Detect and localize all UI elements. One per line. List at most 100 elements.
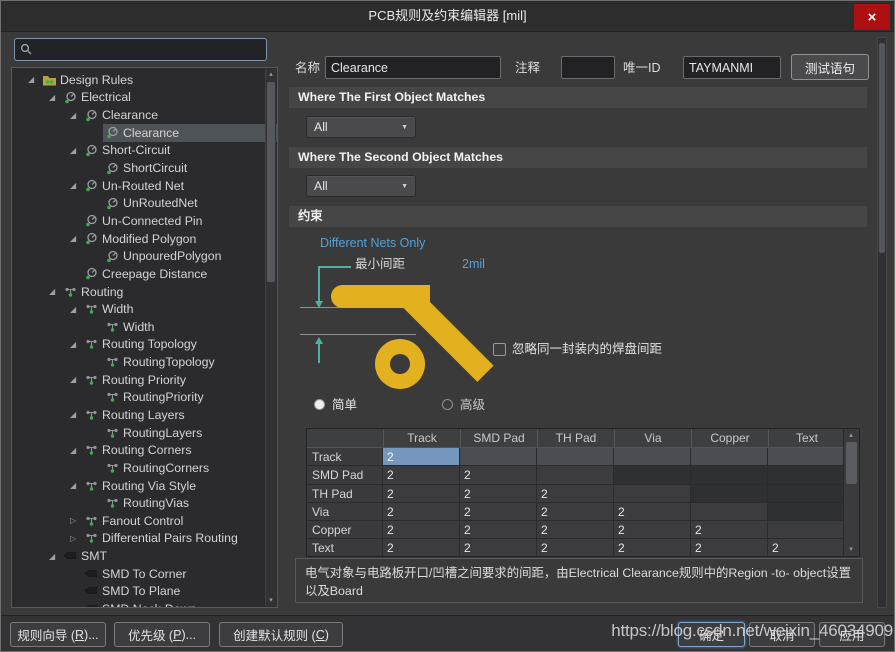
- matrix-cell-smd-pad-th-pad[interactable]: [537, 466, 614, 484]
- matrix-cell-track-track[interactable]: 2: [383, 448, 460, 466]
- tree-item-body[interactable]: ShortCircuit: [103, 159, 277, 177]
- test-queries-button[interactable]: 测试语句: [791, 54, 869, 80]
- tree-expand-arrow-icon[interactable]: ▷: [70, 516, 82, 525]
- tree-expand-arrow-icon[interactable]: ◢: [70, 234, 82, 243]
- tree-item-fanout-control[interactable]: ▷Fanout Control: [12, 512, 277, 530]
- matrix-cell-via-th-pad[interactable]: 2: [537, 503, 614, 521]
- matrix-cell-copper-text[interactable]: [768, 521, 845, 539]
- first-match-dropdown[interactable]: All ▼: [306, 116, 416, 138]
- search-input[interactable]: [33, 42, 261, 58]
- matrix-cell-via-text[interactable]: [768, 503, 845, 521]
- matrix-cell-smd-pad-text[interactable]: [768, 466, 845, 484]
- tree-item-body[interactable]: Clearance: [103, 124, 277, 142]
- table-column-header[interactable]: Via: [614, 429, 691, 448]
- priorities-button[interactable]: 优先级 (P)...: [114, 622, 210, 647]
- tree-expand-arrow-icon[interactable]: ◢: [70, 340, 82, 349]
- tree-expand-arrow-icon[interactable]: ◢: [70, 481, 82, 490]
- matrix-cell-via-via[interactable]: 2: [614, 503, 691, 521]
- tree-expand-arrow-icon[interactable]: ◢: [28, 75, 40, 84]
- tree-expand-arrow-icon[interactable]: ◢: [70, 410, 82, 419]
- tree-item-width[interactable]: Width: [12, 318, 277, 336]
- tree-expand-arrow-icon[interactable]: ◢: [70, 181, 82, 190]
- tree-item-body[interactable]: Design Rules: [40, 71, 277, 89]
- comment-input[interactable]: [561, 56, 615, 79]
- matrix-cell-via-track[interactable]: 2: [383, 503, 460, 521]
- matrix-cell-text-copper[interactable]: 2: [691, 539, 768, 557]
- scroll-up-icon[interactable]: ▴: [846, 430, 856, 441]
- tree-item-body[interactable]: Un-Routed Net: [82, 177, 277, 195]
- tree-item-body[interactable]: Routing Topology: [82, 336, 277, 354]
- tree-item-routingpriority[interactable]: RoutingPriority: [12, 389, 277, 407]
- tree-item-body[interactable]: Differential Pairs Routing: [82, 530, 277, 548]
- tree-item-short-circuit[interactable]: ◢Short-Circuit: [12, 142, 277, 160]
- matrix-cell-copper-th-pad[interactable]: 2: [537, 521, 614, 539]
- simple-mode-radio[interactable]: [314, 399, 325, 410]
- tree-item-body[interactable]: SMD To Corner: [82, 565, 277, 583]
- tree-expand-arrow-icon[interactable]: ◢: [49, 552, 61, 561]
- matrix-cell-copper-track[interactable]: 2: [383, 521, 460, 539]
- tree-item-body[interactable]: Short-Circuit: [82, 142, 277, 160]
- tree-item-body[interactable]: Routing Priority: [82, 371, 277, 389]
- tree-item-body[interactable]: RoutingLayers: [103, 424, 277, 442]
- matrix-cell-copper-copper[interactable]: 2: [691, 521, 768, 539]
- tree-item-differential-pairs-routing[interactable]: ▷Differential Pairs Routing: [12, 530, 277, 548]
- matrix-cell-th-pad-track[interactable]: 2: [383, 485, 460, 503]
- matrix-cell-track-copper[interactable]: [691, 448, 768, 466]
- name-input[interactable]: [325, 56, 501, 79]
- scroll-down-icon[interactable]: ▾: [266, 595, 276, 606]
- tree-item-electrical[interactable]: ◢Electrical: [12, 89, 277, 107]
- matrix-cell-th-pad-text[interactable]: [768, 485, 845, 503]
- tree-item-body[interactable]: RoutingVias: [103, 494, 277, 512]
- tree-scrollbar-thumb[interactable]: [267, 82, 275, 282]
- tree-item-smd-to-corner[interactable]: SMD To Corner: [12, 565, 277, 583]
- matrix-cell-th-pad-via[interactable]: [614, 485, 691, 503]
- matrix-cell-copper-via[interactable]: 2: [614, 521, 691, 539]
- tree-item-shortcircuit[interactable]: ShortCircuit: [12, 159, 277, 177]
- tree-expand-arrow-icon[interactable]: ◢: [49, 287, 61, 296]
- table-row-header[interactable]: TH Pad: [307, 485, 383, 503]
- tree-item-smt[interactable]: ◢SMT: [12, 547, 277, 565]
- matrix-cell-smd-pad-track[interactable]: 2: [383, 466, 460, 484]
- tree-item-body[interactable]: Clearance: [82, 106, 277, 124]
- tree-item-body[interactable]: Width: [103, 318, 277, 336]
- tree-item-routingcorners[interactable]: RoutingCorners: [12, 459, 277, 477]
- tree-expand-arrow-icon[interactable]: ◢: [70, 375, 82, 384]
- min-clearance-value[interactable]: 2mil: [462, 258, 485, 271]
- table-column-header[interactable]: Track: [383, 429, 460, 448]
- tree-item-smd-neck-down[interactable]: SMD Neck-Down: [12, 600, 277, 608]
- close-button[interactable]: ×: [854, 4, 890, 30]
- tree-item-routing-corners[interactable]: ◢Routing Corners: [12, 441, 277, 459]
- matrix-cell-via-smd-pad[interactable]: 2: [460, 503, 537, 521]
- matrix-cell-via-copper[interactable]: [691, 503, 768, 521]
- tree-item-body[interactable]: Routing Via Style: [82, 477, 277, 495]
- matrix-cell-th-pad-copper[interactable]: [691, 485, 768, 503]
- tree-expand-arrow-icon[interactable]: ◢: [70, 305, 82, 314]
- tree-expand-arrow-icon[interactable]: ◢: [70, 146, 82, 155]
- scroll-down-icon[interactable]: ▾: [846, 544, 856, 555]
- tree-item-routing-layers[interactable]: ◢Routing Layers: [12, 406, 277, 424]
- matrix-cell-text-via[interactable]: 2: [614, 539, 691, 557]
- tree-item-clearance[interactable]: ◢Clearance: [12, 106, 277, 124]
- table-column-header[interactable]: [307, 429, 383, 448]
- scroll-up-icon[interactable]: ▴: [266, 69, 276, 80]
- tree-item-width[interactable]: ◢Width: [12, 300, 277, 318]
- tree-item-body[interactable]: RoutingTopology: [103, 353, 277, 371]
- matrix-cell-smd-pad-via[interactable]: [614, 466, 691, 484]
- matrix-cell-copper-smd-pad[interactable]: 2: [460, 521, 537, 539]
- tree-item-body[interactable]: Routing: [61, 283, 277, 301]
- table-row-header[interactable]: Track: [307, 448, 383, 466]
- matrix-cell-text-th-pad[interactable]: 2: [537, 539, 614, 557]
- tree-item-body[interactable]: Modified Polygon: [82, 230, 277, 248]
- tree-item-body[interactable]: Fanout Control: [82, 512, 277, 530]
- table-column-header[interactable]: Text: [768, 429, 845, 448]
- matrix-cell-smd-pad-copper[interactable]: [691, 466, 768, 484]
- tree-item-routing-topology[interactable]: ◢Routing Topology: [12, 336, 277, 354]
- tree-item-un-connected-pin[interactable]: Un-Connected Pin: [12, 212, 277, 230]
- table-scrollbar-thumb[interactable]: [846, 442, 857, 484]
- tree-expand-arrow-icon[interactable]: ◢: [49, 93, 61, 102]
- matrix-cell-text-smd-pad[interactable]: 2: [460, 539, 537, 557]
- table-column-header[interactable]: TH Pad: [537, 429, 614, 448]
- tree-item-clearance[interactable]: Clearance: [12, 124, 277, 142]
- tree-item-design-rules[interactable]: ◢Design Rules: [12, 71, 277, 89]
- tree-item-routingtopology[interactable]: RoutingTopology: [12, 353, 277, 371]
